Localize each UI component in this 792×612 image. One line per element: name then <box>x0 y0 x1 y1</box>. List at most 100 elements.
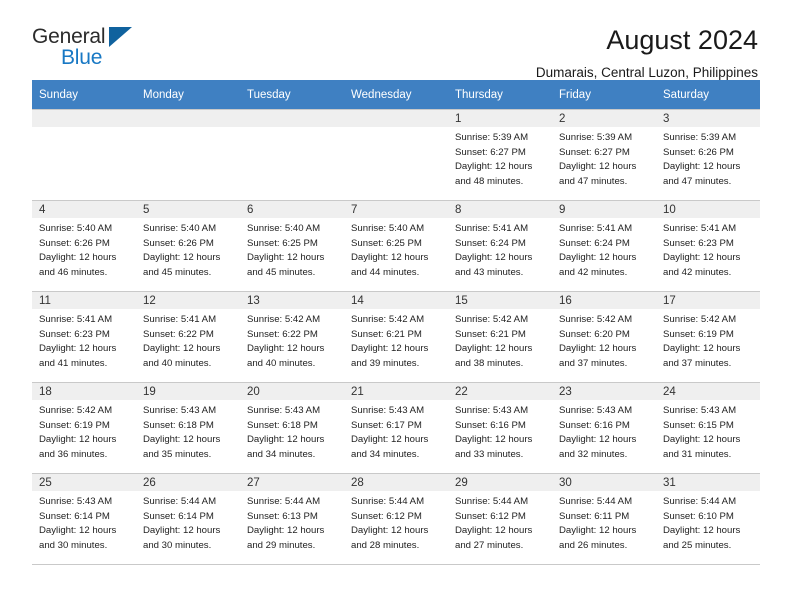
sunrise-text: Sunrise: 5:44 AM <box>351 496 425 507</box>
sunrise-text: Sunrise: 5:42 AM <box>39 405 113 416</box>
daylight-text-line1: Daylight: 12 hours <box>39 434 117 446</box>
calendar-day-cell[interactable]: 21 Sunrise: 5:43 AM Sunset: 6:17 PM Dayligh… <box>344 382 448 474</box>
day-details: Sunrise: 5:41 AM Sunset: 6:23 PM Daylight:… <box>656 218 760 280</box>
daylight-text-line1: Daylight: 12 hours <box>351 525 429 537</box>
calendar-day-cell[interactable]: 30 Sunrise: 5:44 AM Sunset: 6:11 PM Dayligh… <box>552 473 656 565</box>
sunset-text: Sunset: 6:22 PM <box>143 328 214 340</box>
location-subtitle: Dumarais, Central Luzon, Philippines <box>535 65 758 81</box>
day-number: 31 <box>656 474 760 491</box>
weekday-header-friday: Friday <box>552 80 656 110</box>
calendar-day-cell[interactable]: 15 Sunrise: 5:42 AM Sunset: 6:21 PM Dayligh… <box>448 291 552 383</box>
calendar-day-cell[interactable]: 7 Sunrise: 5:40 AM Sunset: 6:25 PM Daylight… <box>344 200 448 292</box>
calendar-day-cell[interactable]: 3 Sunrise: 5:39 AM Sunset: 6:26 PM Daylight… <box>656 109 760 201</box>
daylight-text-line2: and 45 minutes. <box>143 266 212 278</box>
daylight-text-line2: and 29 minutes. <box>247 539 316 551</box>
calendar-day-cell[interactable]: 8 Sunrise: 5:41 AM Sunset: 6:24 PM Daylight… <box>448 200 552 292</box>
calendar-day-cell[interactable]: 26 Sunrise: 5:44 AM Sunset: 6:14 PM Dayligh… <box>136 473 240 565</box>
day-number: 30 <box>552 474 656 491</box>
calendar-day-cell[interactable]: 20 Sunrise: 5:43 AM Sunset: 6:18 PM Dayligh… <box>240 382 344 474</box>
sunset-text: Sunset: 6:12 PM <box>455 510 526 522</box>
daylight-text-line2: and 30 minutes. <box>39 539 108 551</box>
daylight-text-line2: and 34 minutes. <box>351 448 420 460</box>
calendar-day-cell[interactable]: 12 Sunrise: 5:41 AM Sunset: 6:22 PM Dayligh… <box>136 291 240 383</box>
day-number <box>136 110 240 127</box>
sunset-text: Sunset: 6:25 PM <box>247 237 318 249</box>
empty-day-cell <box>32 110 136 200</box>
day-details: Sunrise: 5:44 AM Sunset: 6:12 PM Daylight:… <box>448 491 552 553</box>
calendar-day-cell[interactable]: 14 Sunrise: 5:42 AM Sunset: 6:21 PM Dayligh… <box>344 291 448 383</box>
daylight-text-line2: and 27 minutes. <box>455 539 524 551</box>
day-number: 22 <box>448 383 552 400</box>
calendar-day-cell[interactable]: 1 Sunrise: 5:39 AM Sunset: 6:27 PM Daylight… <box>448 109 552 201</box>
daylight-text-line2: and 26 minutes. <box>559 539 628 551</box>
daylight-text-line1: Daylight: 12 hours <box>247 434 325 446</box>
calendar-day-cell[interactable]: 19 Sunrise: 5:43 AM Sunset: 6:18 PM Dayligh… <box>136 382 240 474</box>
day-details: Sunrise: 5:42 AM Sunset: 6:22 PM Daylight:… <box>240 309 344 371</box>
sunrise-text: Sunrise: 5:42 AM <box>247 314 321 325</box>
daylight-text-line1: Daylight: 12 hours <box>663 525 741 537</box>
calendar-day-cell[interactable]: 10 Sunrise: 5:41 AM Sunset: 6:23 PM Dayligh… <box>656 200 760 292</box>
day-number: 12 <box>136 292 240 309</box>
calendar-day-cell[interactable]: 9 Sunrise: 5:41 AM Sunset: 6:24 PM Daylight… <box>552 200 656 292</box>
calendar-day-cell[interactable]: 22 Sunrise: 5:43 AM Sunset: 6:16 PM Dayligh… <box>448 382 552 474</box>
calendar-day-cell[interactable]: 27 Sunrise: 5:44 AM Sunset: 6:13 PM Dayligh… <box>240 473 344 565</box>
sunset-text: Sunset: 6:18 PM <box>143 419 214 431</box>
calendar-day-cell[interactable]: 17 Sunrise: 5:42 AM Sunset: 6:19 PM Dayligh… <box>656 291 760 383</box>
triangle-icon <box>109 27 132 47</box>
daylight-text-line2: and 41 minutes. <box>39 357 108 369</box>
calendar-week-row: 4 Sunrise: 5:40 AM Sunset: 6:26 PM Daylight… <box>32 200 760 292</box>
sunrise-text: Sunrise: 5:43 AM <box>351 405 425 416</box>
calendar-day-cell[interactable]: 2 Sunrise: 5:39 AM Sunset: 6:27 PM Daylight… <box>552 109 656 201</box>
daylight-text-line1: Daylight: 12 hours <box>351 252 429 264</box>
daylight-text-line1: Daylight: 12 hours <box>455 434 533 446</box>
empty-day-cell <box>136 110 240 200</box>
sunset-text: Sunset: 6:22 PM <box>247 328 318 340</box>
daylight-text-line2: and 28 minutes. <box>351 539 420 551</box>
day-details: Sunrise: 5:39 AM Sunset: 6:27 PM Daylight:… <box>448 127 552 189</box>
calendar-day-cell[interactable]: 29 Sunrise: 5:44 AM Sunset: 6:12 PM Dayligh… <box>448 473 552 565</box>
sunrise-text: Sunrise: 5:39 AM <box>559 132 633 143</box>
daylight-text-line1: Daylight: 12 hours <box>455 343 533 355</box>
day-number: 28 <box>344 474 448 491</box>
calendar-day-cell[interactable]: 24 Sunrise: 5:43 AM Sunset: 6:15 PM Dayligh… <box>656 382 760 474</box>
calendar-day-cell[interactable]: 11 Sunrise: 5:41 AM Sunset: 6:23 PM Dayligh… <box>32 291 136 383</box>
day-details: Sunrise: 5:39 AM Sunset: 6:27 PM Daylight:… <box>552 127 656 189</box>
day-details: Sunrise: 5:43 AM Sunset: 6:16 PM Daylight:… <box>448 400 552 462</box>
sunrise-text: Sunrise: 5:44 AM <box>143 496 217 507</box>
daylight-text-line1: Daylight: 12 hours <box>39 525 117 537</box>
sunrise-sunset-calendar: Sunday Monday Tuesday Wednesday Thursday… <box>32 80 760 565</box>
daylight-text-line2: and 42 minutes. <box>663 266 732 278</box>
calendar-day-cell[interactable]: 23 Sunrise: 5:43 AM Sunset: 6:16 PM Dayligh… <box>552 382 656 474</box>
calendar-day-cell[interactable]: 6 Sunrise: 5:40 AM Sunset: 6:25 PM Daylight… <box>240 200 344 292</box>
calendar-day-cell[interactable]: 16 Sunrise: 5:42 AM Sunset: 6:20 PM Dayligh… <box>552 291 656 383</box>
daylight-text-line2: and 37 minutes. <box>663 357 732 369</box>
day-number: 25 <box>32 474 136 491</box>
day-details: Sunrise: 5:42 AM Sunset: 6:21 PM Daylight:… <box>448 309 552 371</box>
calendar-day-cell[interactable]: 28 Sunrise: 5:44 AM Sunset: 6:12 PM Dayligh… <box>344 473 448 565</box>
calendar-day-cell[interactable]: 4 Sunrise: 5:40 AM Sunset: 6:26 PM Daylight… <box>32 200 136 292</box>
daylight-text-line2: and 33 minutes. <box>455 448 524 460</box>
day-cell: 18 Sunrise: 5:42 AM Sunset: 6:19 PM Dayligh… <box>32 383 136 473</box>
day-details: Sunrise: 5:42 AM Sunset: 6:20 PM Daylight:… <box>552 309 656 371</box>
sunset-text: Sunset: 6:13 PM <box>247 510 318 522</box>
calendar-day-cell[interactable]: 31 Sunrise: 5:44 AM Sunset: 6:10 PM Dayligh… <box>656 473 760 565</box>
day-details: Sunrise: 5:42 AM Sunset: 6:19 PM Daylight:… <box>32 400 136 462</box>
day-number: 21 <box>344 383 448 400</box>
sunset-text: Sunset: 6:10 PM <box>663 510 734 522</box>
calendar-day-cell[interactable]: 18 Sunrise: 5:42 AM Sunset: 6:19 PM Dayligh… <box>32 382 136 474</box>
general-blue-logo[interactable]: General Blue <box>32 26 152 76</box>
day-cell: 30 Sunrise: 5:44 AM Sunset: 6:11 PM Dayligh… <box>552 474 656 564</box>
calendar-day-cell[interactable]: 25 Sunrise: 5:43 AM Sunset: 6:14 PM Dayligh… <box>32 473 136 565</box>
calendar-day-cell[interactable]: 5 Sunrise: 5:40 AM Sunset: 6:26 PM Daylight… <box>136 200 240 292</box>
calendar-day-cell[interactable]: 13 Sunrise: 5:42 AM Sunset: 6:22 PM Dayligh… <box>240 291 344 383</box>
day-cell: 27 Sunrise: 5:44 AM Sunset: 6:13 PM Dayligh… <box>240 474 344 564</box>
daylight-text-line1: Daylight: 12 hours <box>663 343 741 355</box>
sunrise-text: Sunrise: 5:42 AM <box>663 314 737 325</box>
calendar-body: 1 Sunrise: 5:39 AM Sunset: 6:27 PM Daylight… <box>32 109 760 565</box>
calendar-week-row: 1 Sunrise: 5:39 AM Sunset: 6:27 PM Daylight… <box>32 109 760 201</box>
sunrise-text: Sunrise: 5:44 AM <box>663 496 737 507</box>
day-details: Sunrise: 5:43 AM Sunset: 6:16 PM Daylight:… <box>552 400 656 462</box>
day-details: Sunrise: 5:43 AM Sunset: 6:15 PM Daylight:… <box>656 400 760 462</box>
sunset-text: Sunset: 6:15 PM <box>663 419 734 431</box>
day-number <box>344 110 448 127</box>
